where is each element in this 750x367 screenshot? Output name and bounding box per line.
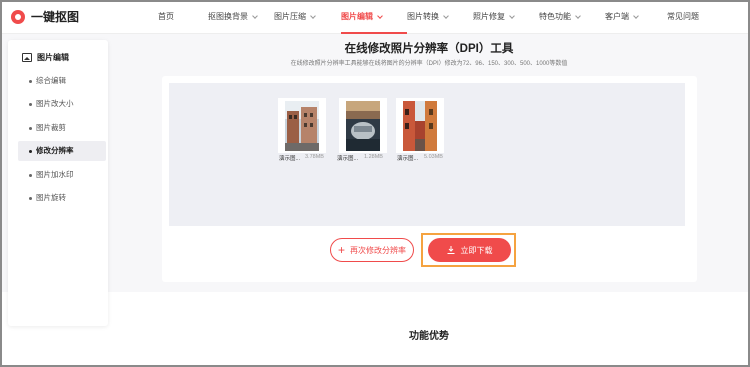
city-street-photo xyxy=(285,100,319,151)
nav-item-faq[interactable]: 常见问题 xyxy=(667,0,707,34)
top-header: 一键抠图 首页 抠图换背景 图片压缩 图片编辑 图片转换 照片修复 特色功能 客… xyxy=(0,0,750,34)
alley-photo xyxy=(403,100,437,151)
nav-label: 常见问题 xyxy=(667,12,699,21)
page-subtitle: 在线修改照片分辨率工具能够在线将图片的分辨率（DPI）修改为72、96、150、… xyxy=(290,61,568,67)
chevron-down-icon xyxy=(377,12,383,19)
sidebar-item-resize[interactable]: 图片改大小 xyxy=(18,94,106,114)
file-size: 3.78MB xyxy=(305,154,324,160)
download-icon xyxy=(447,246,454,254)
sidebar-item-crop[interactable]: 图片裁剪 xyxy=(18,118,106,138)
sidebar-item-resolution[interactable]: 修改分辨率 xyxy=(18,141,106,161)
chevron-down-icon xyxy=(443,12,449,19)
chevron-down-icon xyxy=(252,12,258,19)
file-name: 演示图... xyxy=(337,156,359,162)
sidebar-item-comprehensive-edit[interactable]: 综合编辑 xyxy=(18,71,106,91)
nav-item-home[interactable]: 首页 xyxy=(150,0,208,34)
chevron-down-icon xyxy=(310,12,316,19)
page-title: 在线修改照片分辨率（DPI）工具 xyxy=(344,43,514,55)
sidebar-item-label: 图片加水印 xyxy=(36,170,74,179)
modify-again-button[interactable]: + 再次修改分辨率 xyxy=(330,238,414,262)
nav-item-client[interactable]: 客户端 xyxy=(605,0,667,34)
features-heading: 功能优势 xyxy=(409,331,449,342)
main-nav: 首页 抠图换背景 图片压缩 图片编辑 图片转换 照片修复 特色功能 客户端 常见… xyxy=(150,0,707,34)
sidebar-item-label: 图片裁剪 xyxy=(36,123,66,132)
image-edit-icon xyxy=(22,53,32,62)
nav-label: 特色功能 xyxy=(539,12,571,21)
download-button[interactable]: 立即下载 xyxy=(428,238,511,262)
nav-item-edit[interactable]: 图片编辑 xyxy=(341,0,407,34)
file-name: 演示图... xyxy=(397,156,419,162)
sidebar-item-label: 图片旋转 xyxy=(36,193,66,202)
nav-label: 客户端 xyxy=(605,12,629,21)
sidebar-heading-label: 图片编辑 xyxy=(37,53,69,62)
chevron-down-icon xyxy=(575,12,581,19)
file-size: 1.28MB xyxy=(364,154,383,160)
file-thumbnail[interactable] xyxy=(396,98,444,153)
nav-label: 图片压缩 xyxy=(274,12,306,21)
harbor-photo xyxy=(346,100,380,151)
plus-icon: + xyxy=(337,243,345,257)
nav-item-compress[interactable]: 图片压缩 xyxy=(274,0,341,34)
nav-item-convert[interactable]: 图片转换 xyxy=(407,0,473,34)
nav-label: 图片转换 xyxy=(407,12,439,21)
modify-again-label: 再次修改分辨率 xyxy=(350,245,406,255)
logo[interactable]: 一键抠图 xyxy=(11,8,79,25)
chevron-down-icon xyxy=(633,12,639,19)
logo-icon xyxy=(11,9,25,24)
nav-item-features[interactable]: 特色功能 xyxy=(539,0,605,34)
file-thumbnail[interactable] xyxy=(339,98,387,153)
sidebar-item-label: 图片改大小 xyxy=(36,99,74,108)
nav-label: 图片编辑 xyxy=(341,12,373,21)
file-size: 5.03MB xyxy=(424,154,443,160)
sidebar-item-label: 修改分辨率 xyxy=(36,146,74,155)
nav-label: 首页 xyxy=(158,12,174,21)
nav-item-repair[interactable]: 照片修复 xyxy=(473,0,539,34)
sidebar-item-rotate[interactable]: 图片旋转 xyxy=(18,188,106,208)
nav-label: 抠图换背景 xyxy=(208,12,248,21)
nav-item-background[interactable]: 抠图换背景 xyxy=(208,0,274,34)
logo-text: 一键抠图 xyxy=(31,10,80,24)
download-label: 立即下载 xyxy=(460,245,493,255)
chevron-down-icon xyxy=(509,12,515,19)
sidebar: 图片编辑 综合编辑 图片改大小 图片裁剪 修改分辨率 图片加水印 图片旋转 xyxy=(8,40,108,326)
sidebar-item-watermark[interactable]: 图片加水印 xyxy=(18,165,106,185)
sidebar-heading: 图片编辑 xyxy=(22,52,69,63)
file-name: 演示图... xyxy=(279,156,301,162)
nav-label: 照片修复 xyxy=(473,12,505,21)
sidebar-item-label: 综合编辑 xyxy=(36,76,66,85)
file-thumbnail[interactable] xyxy=(278,98,326,153)
